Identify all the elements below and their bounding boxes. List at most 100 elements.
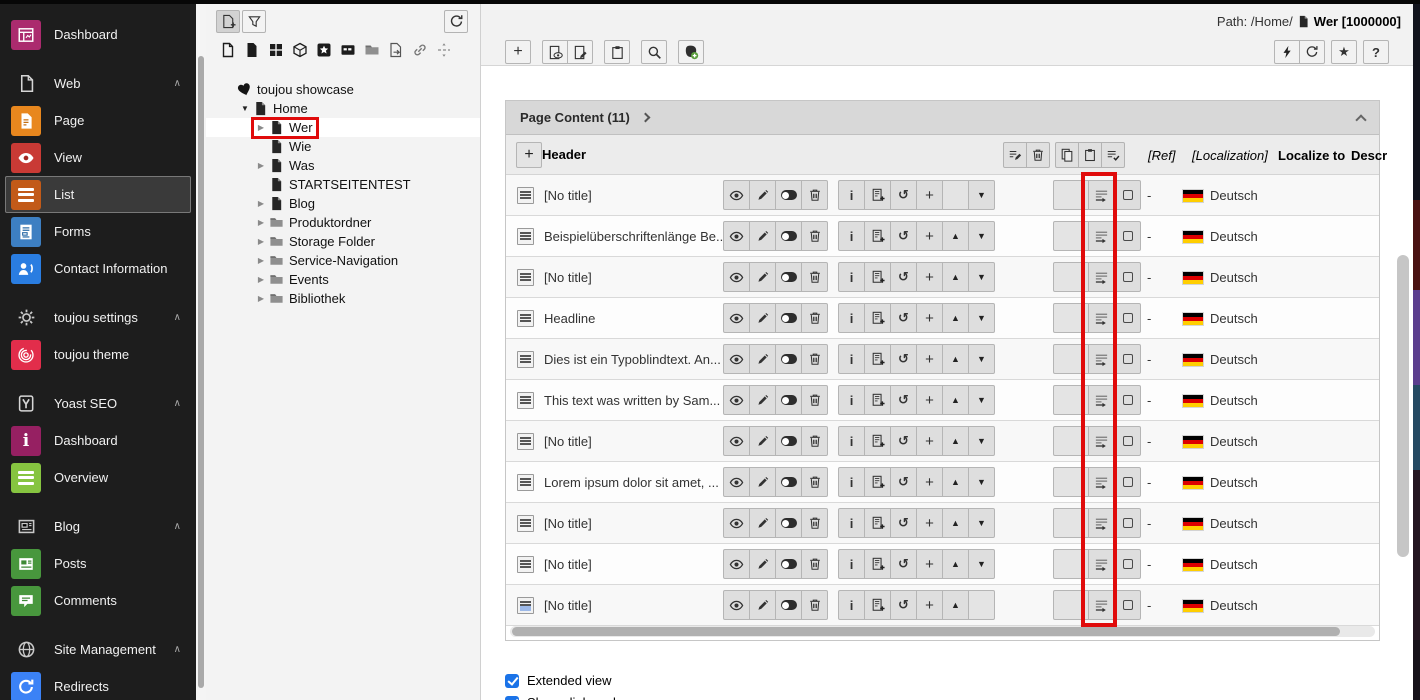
- row-move-down-button[interactable]: ▼: [968, 508, 995, 538]
- row-new-record-button[interactable]: [864, 221, 891, 251]
- row-plus-button[interactable]: +: [916, 426, 943, 456]
- drag-new-link-icon[interactable]: [412, 42, 428, 58]
- tree-item-wie[interactable]: Wie: [206, 137, 480, 156]
- row-move-up-button[interactable]: ▲: [942, 508, 969, 538]
- row-move-down-button[interactable]: ▼: [968, 467, 995, 497]
- row-move-up-button[interactable]: ▲: [942, 385, 969, 415]
- panel-hscrollbar-thumb[interactable]: [512, 627, 1340, 636]
- row-history-button[interactable]: ↺: [890, 344, 917, 374]
- drag-new-spacer-icon[interactable]: [316, 42, 332, 58]
- row-move-up-button[interactable]: ▲: [942, 221, 969, 251]
- edit-marked-button[interactable]: [1003, 142, 1027, 168]
- row-plus-button[interactable]: +: [916, 303, 943, 333]
- sidebar-item-forms[interactable]: Forms: [5, 213, 191, 250]
- tree-item-was[interactable]: ▶Was: [206, 156, 480, 175]
- expand-arrow-icon[interactable]: ▶: [254, 218, 268, 227]
- row-delete-button[interactable]: [801, 221, 828, 251]
- row-select-checkbox-button[interactable]: [1114, 467, 1141, 497]
- drag-new-divider-icon[interactable]: [436, 42, 452, 58]
- sidebar-item-blog[interactable]: Blog∧: [5, 508, 191, 545]
- tree-item-startseitentest[interactable]: STARTSEITENTEST: [206, 175, 480, 194]
- row-view-button[interactable]: [723, 180, 750, 210]
- tree-item-bibliothek[interactable]: ▶Bibliothek: [206, 289, 480, 308]
- row-delete-button[interactable]: [801, 180, 828, 210]
- check-all-button[interactable]: [1101, 142, 1125, 168]
- row-move-down-button[interactable]: ▼: [968, 344, 995, 374]
- row-history-button[interactable]: ↺: [890, 180, 917, 210]
- row-delete-button[interactable]: [801, 508, 828, 538]
- row-edit-button[interactable]: [749, 180, 776, 210]
- row-move-up-button[interactable]: ▲: [942, 262, 969, 292]
- row-history-button[interactable]: ↺: [890, 426, 917, 456]
- row-select-checkbox-button[interactable]: [1114, 385, 1141, 415]
- row-plus-button[interactable]: +: [916, 467, 943, 497]
- copy-marked-button[interactable]: [1055, 142, 1079, 168]
- drag-new-shortcut-icon[interactable]: [268, 42, 284, 58]
- sidebar-item-view[interactable]: View: [5, 139, 191, 176]
- row-move-down-button[interactable]: ▼: [968, 426, 995, 456]
- expand-arrow-icon[interactable]: ▶: [254, 294, 268, 303]
- row-select-checkbox-button[interactable]: [1114, 426, 1141, 456]
- drag-new-recycler-icon[interactable]: [388, 42, 404, 58]
- tree-item-storage-folder[interactable]: ▶Storage Folder: [206, 232, 480, 251]
- bookmark-button[interactable]: ★: [1331, 40, 1357, 64]
- row-toggle-visibility-button[interactable]: [775, 180, 802, 210]
- row-history-button[interactable]: ↺: [890, 262, 917, 292]
- row-history-button[interactable]: ↺: [890, 385, 917, 415]
- row-toggle-visibility-button[interactable]: [775, 467, 802, 497]
- row-view-button[interactable]: [723, 549, 750, 579]
- sidebar-item-dashboard[interactable]: iDashboard: [5, 422, 191, 459]
- row-new-record-button[interactable]: [864, 344, 891, 374]
- row-view-button[interactable]: [723, 467, 750, 497]
- new-page-button[interactable]: [216, 10, 240, 33]
- row-localize-button[interactable]: [1088, 262, 1115, 292]
- row-localize-button[interactable]: [1088, 508, 1115, 538]
- row-toggle-visibility-button[interactable]: [775, 508, 802, 538]
- row-select-checkbox-button[interactable]: [1114, 549, 1141, 579]
- sidebar-item-web[interactable]: Web∧: [5, 65, 191, 102]
- row-new-record-button[interactable]: [864, 180, 891, 210]
- row-toggle-visibility-button[interactable]: [775, 549, 802, 579]
- drag-new-folder-icon[interactable]: [364, 42, 380, 58]
- row-history-button[interactable]: ↺: [890, 508, 917, 538]
- row-localize-button[interactable]: [1088, 221, 1115, 251]
- expand-arrow-icon[interactable]: ▶: [254, 199, 268, 208]
- collapse-icon[interactable]: [1355, 114, 1366, 125]
- row-edit-button[interactable]: [749, 467, 776, 497]
- row-view-button[interactable]: [723, 344, 750, 374]
- row-toggle-visibility-button[interactable]: [775, 385, 802, 415]
- row-history-button[interactable]: ↺: [890, 467, 917, 497]
- row-toggle-visibility-button[interactable]: [775, 303, 802, 333]
- row-move-up-button[interactable]: ▲: [942, 590, 969, 620]
- sidebar-item-comments[interactable]: Comments: [5, 582, 191, 619]
- row-plus-button[interactable]: +: [916, 344, 943, 374]
- row-plus-button[interactable]: +: [916, 590, 943, 620]
- clear-cache-button[interactable]: [1274, 40, 1300, 64]
- row-view-button[interactable]: [723, 303, 750, 333]
- row-info-button[interactable]: i: [838, 385, 865, 415]
- row-info-button[interactable]: i: [838, 467, 865, 497]
- row-localize-button[interactable]: [1088, 344, 1115, 374]
- filter-button[interactable]: [242, 10, 266, 33]
- sidebar-item-page[interactable]: Page: [5, 102, 191, 139]
- row-localize-button[interactable]: [1088, 549, 1115, 579]
- tree-item-toujou-showcase[interactable]: toujou showcase: [206, 80, 480, 99]
- sidebar-item-list[interactable]: List: [5, 176, 191, 213]
- row-delete-button[interactable]: [801, 344, 828, 374]
- tree-item-blog[interactable]: ▶Blog: [206, 194, 480, 213]
- row-localize-button[interactable]: [1088, 590, 1115, 620]
- row-toggle-visibility-button[interactable]: [775, 262, 802, 292]
- show-clipboard-checkbox[interactable]: [505, 696, 519, 700]
- tree-item-wer[interactable]: ▶Wer: [206, 118, 480, 137]
- row-select-checkbox-button[interactable]: [1114, 262, 1141, 292]
- row-plus-button[interactable]: +: [916, 221, 943, 251]
- row-view-button[interactable]: [723, 221, 750, 251]
- row-toggle-visibility-button[interactable]: [775, 590, 802, 620]
- import-record-button[interactable]: [678, 40, 704, 64]
- collapse-arrow-icon[interactable]: ▼: [238, 104, 252, 113]
- row-select-checkbox-button[interactable]: [1114, 508, 1141, 538]
- row-delete-button[interactable]: [801, 303, 828, 333]
- row-select-checkbox-button[interactable]: [1114, 180, 1141, 210]
- row-delete-button[interactable]: [801, 426, 828, 456]
- tree-item-produktordner[interactable]: ▶Produktordner: [206, 213, 480, 232]
